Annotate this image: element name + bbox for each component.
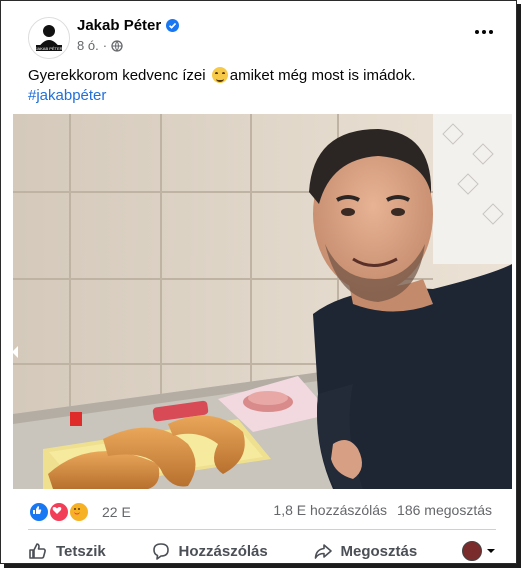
care-reaction-icon bbox=[68, 501, 90, 523]
globe-icon bbox=[111, 39, 123, 52]
like-button[interactable]: Tetszik bbox=[28, 541, 106, 561]
post-text-start: Gyerekkorom kedvenc ízei bbox=[28, 67, 206, 84]
user-avatar bbox=[461, 541, 482, 561]
love-reaction-icon bbox=[48, 501, 70, 523]
post-text-end: amiket még most is imádok. bbox=[229, 67, 416, 84]
author-name-row: Jakab Péter bbox=[77, 17, 180, 34]
post-text: Gyerekkorom kedvenc ízei amiket még most… bbox=[28, 66, 498, 106]
comment-button[interactable]: Hozzászólás bbox=[151, 541, 268, 561]
selfie-photo-illustration bbox=[13, 114, 512, 489]
dot-icon bbox=[489, 30, 493, 34]
post-actions: Tetszik Hozzászólás Megosztás bbox=[28, 538, 496, 563]
comment-button-label: Hozzászólás bbox=[178, 542, 268, 560]
like-button-label: Tetszik bbox=[56, 542, 106, 560]
engagement-counts: 1,8 E hozzászólás 186 megosztás bbox=[273, 502, 492, 518]
dot-icon bbox=[482, 30, 486, 34]
reaction-profile-switcher[interactable] bbox=[461, 541, 496, 561]
like-reaction-icon bbox=[28, 501, 50, 523]
share-button-label: Megosztás bbox=[340, 542, 418, 560]
hashtag-link[interactable]: #jakabpéter bbox=[28, 87, 106, 104]
comments-count-link[interactable]: 1,8 E hozzászólás bbox=[273, 502, 387, 518]
comment-bubble-icon bbox=[152, 543, 169, 560]
post-time[interactable]: 8 ó. bbox=[77, 38, 99, 53]
smiling-face-emoji-icon bbox=[211, 67, 228, 83]
photo-edge-marker bbox=[12, 346, 18, 358]
post-photo[interactable] bbox=[13, 114, 512, 489]
action-divider bbox=[28, 529, 496, 530]
facebook-post: JAKAB PÉTER Jakab Péter 8 ó. · Gyerekkor… bbox=[0, 0, 517, 564]
reactions-summary[interactable]: 22 E bbox=[28, 501, 131, 523]
verified-badge-icon bbox=[166, 19, 180, 32]
svg-text:JAKAB PÉTER: JAKAB PÉTER bbox=[35, 46, 62, 51]
share-button[interactable]: Megosztás bbox=[313, 541, 418, 561]
author-name[interactable]: Jakab Péter bbox=[77, 17, 161, 34]
author-avatar[interactable]: JAKAB PÉTER bbox=[28, 17, 70, 59]
more-options-button[interactable] bbox=[472, 25, 496, 39]
reactions-count: 22 E bbox=[102, 504, 131, 520]
chevron-down-icon bbox=[486, 549, 495, 553]
shares-count-link[interactable]: 186 megosztás bbox=[397, 502, 492, 518]
share-arrow-icon bbox=[314, 544, 332, 559]
dot-icon bbox=[475, 30, 479, 34]
post-meta: 8 ó. · bbox=[77, 38, 123, 53]
thumbs-up-icon bbox=[29, 543, 46, 559]
